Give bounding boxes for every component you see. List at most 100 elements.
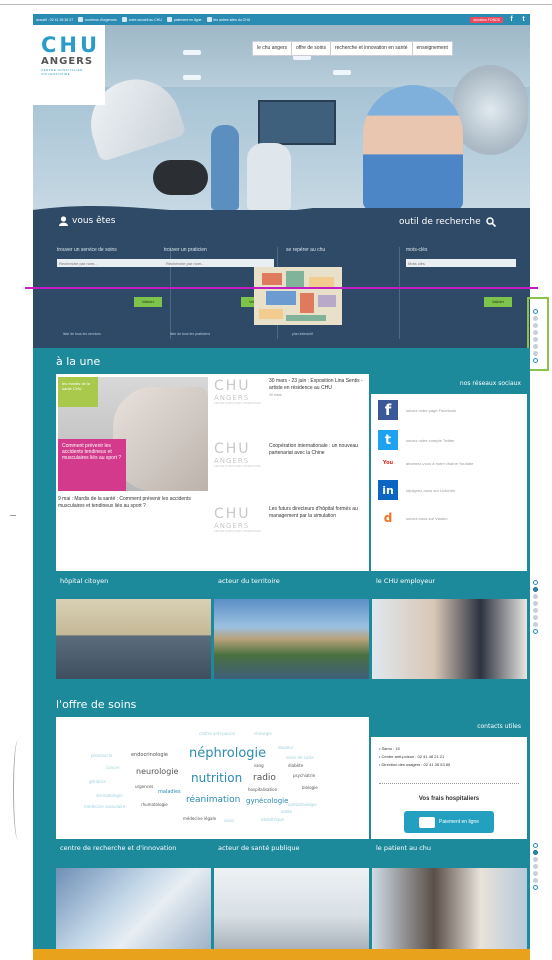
specialty-link[interactable]: gynécologie <box>246 797 288 805</box>
service-valider-button[interactable]: Valider <box>134 297 162 307</box>
social-link-youtube[interactable]: You abonnez-vous à notre chaîne Youtube <box>378 457 473 469</box>
specialty-link[interactable]: gériatrie <box>89 779 106 784</box>
nav-item-recherche[interactable]: recherche et innovation en santé <box>331 42 413 55</box>
specialty-link[interactable]: hospitalisation <box>248 787 277 792</box>
specialty-link[interactable]: maladies <box>158 789 181 795</box>
featured-caption[interactable]: 9 mai : Mardis de la santé : Comment pré… <box>58 496 208 510</box>
specialty-link[interactable]: médecine vasculaire <box>84 804 125 809</box>
specialty-link[interactable]: urgences <box>135 784 153 789</box>
photo-lab[interactable] <box>56 868 211 949</box>
nav-dot[interactable] <box>533 351 538 356</box>
social-link-viadeo[interactable]: d suivez-nous sur Viadeo <box>378 508 448 528</box>
specialty-link[interactable]: dermatologie <box>96 793 123 798</box>
pay-online-button[interactable]: Paiement en ligne <box>404 811 494 833</box>
donation-button[interactable]: donation FONDS <box>470 16 503 23</box>
service-search-input[interactable] <box>57 259 167 267</box>
util-urgences[interactable]: numéros d'urgences <box>78 17 117 22</box>
specialty-link[interactable]: nutrition <box>191 771 242 785</box>
nav-dot[interactable] <box>533 344 538 349</box>
util-accueil-chu[interactable]: votre accueil au CHU <box>121 17 162 22</box>
keyword-valider-button[interactable]: Valider <box>484 297 512 307</box>
specialty-link[interactable]: radio <box>253 773 276 783</box>
specialty-link[interactable]: biologie <box>302 785 318 790</box>
photo-patients[interactable] <box>372 868 527 949</box>
outil-de-recherche[interactable]: outil de recherche <box>399 217 496 227</box>
specialty-link[interactable]: obstétrique <box>261 817 284 822</box>
featured-news-image[interactable]: les mardis de la santé CHU Comment préve… <box>58 377 208 491</box>
tile-recherche-innovation[interactable]: centre de recherche et d'innovation <box>56 841 211 865</box>
facebook-icon[interactable]: f <box>508 16 515 23</box>
social-link-linkedin[interactable]: in rejoignez-nous sur LinkedIn <box>378 480 455 500</box>
specialty-link[interactable]: cancer <box>106 765 120 770</box>
social-link-twitter[interactable]: t suivez notre compte Twitter <box>378 430 455 450</box>
tile-acteur-territoire[interactable]: acteur du territoire <box>214 573 369 597</box>
tile-sante-publique[interactable]: acteur de santé publique <box>214 841 369 865</box>
news-item[interactable]: 30 mars - 23 juin : Exposition Lina Sent… <box>269 378 365 399</box>
tile-chu-employeur[interactable]: le CHU employeur <box>372 573 527 597</box>
specialty-link[interactable]: neurologie <box>136 767 178 776</box>
nav-dot[interactable] <box>533 629 538 634</box>
nav-dot[interactable] <box>533 615 538 620</box>
hospital-map-thumbnail[interactable] <box>254 267 342 325</box>
nav-dot[interactable] <box>533 885 538 890</box>
util-accueil[interactable]: accueil : 02 41 35 36 37 <box>36 18 73 22</box>
nav-dot[interactable] <box>533 323 538 328</box>
news-item-title: Coopération internationale : un nouveau … <box>269 443 358 456</box>
nav-dot[interactable] <box>533 330 538 335</box>
specialty-link[interactable]: diabète <box>288 763 303 768</box>
specialty-link[interactable]: centre anti-poison <box>199 731 235 736</box>
news-item[interactable]: Coopération internationale : un nouveau … <box>269 443 365 457</box>
nav-dot[interactable] <box>533 864 538 869</box>
specialty-link[interactable]: chirurgie <box>254 731 272 736</box>
nav-dot[interactable] <box>533 871 538 876</box>
specialty-link[interactable]: ophtalmologie <box>288 802 317 807</box>
nav-dot[interactable] <box>533 608 538 613</box>
nav-item-offre-de-soins[interactable]: offre de soins <box>292 42 331 55</box>
nav-dot[interactable] <box>533 878 538 883</box>
vous-etes-menu[interactable]: vous êtes <box>59 216 115 226</box>
praticien-search-input[interactable] <box>164 259 274 267</box>
specialty-link[interactable]: soins <box>224 818 234 823</box>
specialty-link[interactable]: pharmacie <box>91 753 112 758</box>
util-autres-sites[interactable]: les autres sites du CHU <box>206 17 250 22</box>
nav-dot[interactable] <box>533 337 538 342</box>
nav-dot[interactable] <box>533 850 538 855</box>
nav-dot[interactable] <box>533 587 538 592</box>
news-item[interactable]: Les futurs directeurs d'hôpital formés a… <box>269 506 365 520</box>
specialty-link[interactable]: néphrologie <box>189 746 266 761</box>
plan-link[interactable]: plan interactif <box>292 332 313 336</box>
social-link-facebook[interactable]: f suivez notre page Facebook <box>378 400 456 420</box>
photo-employees[interactable] <box>372 599 527 679</box>
specialty-link[interactable]: sang <box>254 763 264 768</box>
nav-dot[interactable] <box>533 622 538 627</box>
keyword-input[interactable] <box>406 259 516 267</box>
specialty-link[interactable]: réanimation <box>186 795 240 805</box>
praticien-list-link[interactable]: liste de tous les praticiens <box>170 332 210 336</box>
photo-meeting-room[interactable] <box>56 599 211 679</box>
nav-dot[interactable] <box>533 843 538 848</box>
tile-patient-chu[interactable]: le patient au chu <box>372 841 527 865</box>
nav-item-chu-angers[interactable]: le chu angers <box>253 42 293 55</box>
specialty-link[interactable]: ostéo <box>281 809 292 814</box>
specialty-link[interactable]: douleur <box>278 745 293 750</box>
nav-dot[interactable] <box>533 316 538 321</box>
twitter-icon[interactable]: t <box>520 16 527 23</box>
service-list-link[interactable]: liste de tous les services <box>63 332 101 336</box>
nav-dot[interactable] <box>533 857 538 862</box>
specialty-link[interactable]: psychiatrie <box>293 773 315 778</box>
photo-river-bridge[interactable] <box>214 599 369 679</box>
specialty-link[interactable]: rhumatologie <box>141 802 168 807</box>
photo-corridor[interactable] <box>214 868 369 949</box>
specialty-link[interactable]: soins de suite <box>286 755 314 760</box>
nav-item-enseignement[interactable]: enseignement <box>413 42 452 55</box>
util-paiement[interactable]: paiement en ligne <box>166 17 202 22</box>
specialty-link[interactable]: endocrinologie <box>131 752 168 758</box>
nav-dot[interactable] <box>533 594 538 599</box>
nav-dot[interactable] <box>533 601 538 606</box>
site-logo[interactable]: CHU ANGERS CENTRE HOSPITALIER UNIVERSITA… <box>33 25 105 105</box>
nav-dot[interactable] <box>533 309 538 314</box>
tile-hopital-citoyen[interactable]: hôpital citoyen <box>56 573 211 597</box>
specialty-link[interactable]: médecine légale <box>183 816 216 821</box>
nav-dot[interactable] <box>533 580 538 585</box>
nav-dot[interactable] <box>533 358 538 363</box>
